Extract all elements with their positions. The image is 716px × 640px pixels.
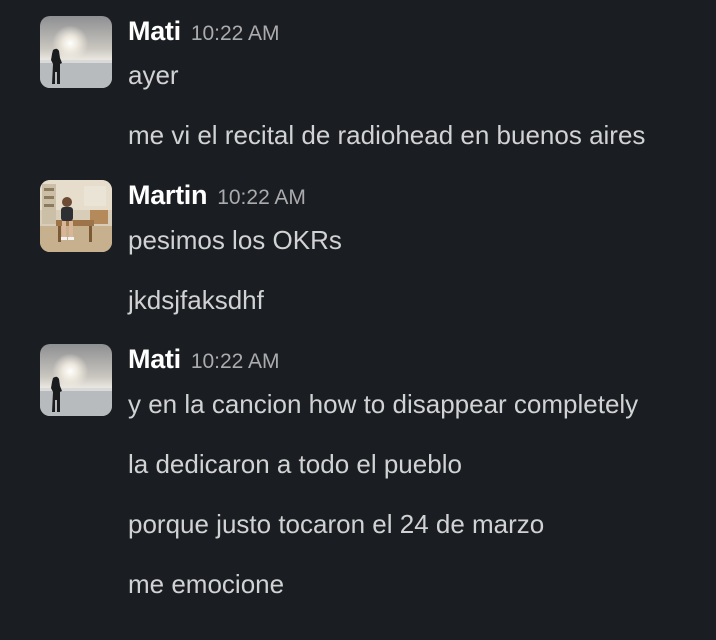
sunset-figure-avatar-icon	[40, 344, 112, 416]
message-text: pesimos los OKRs	[128, 225, 342, 255]
message-text: me vi el recital de radiohead en buenos …	[128, 120, 646, 150]
avatar[interactable]	[40, 16, 112, 88]
message-text: la dedicaron a todo el pueblo	[128, 449, 462, 479]
message-text: y en la cancion how to disappear complet…	[128, 389, 639, 419]
avatar[interactable]	[40, 344, 112, 416]
message-header: Mati 10:22 AM	[128, 16, 280, 47]
room-seated-avatar-icon	[40, 180, 112, 252]
message-header: Martin 10:22 AM	[128, 180, 306, 211]
sunset-figure-avatar-icon	[40, 16, 112, 88]
message-text: porque justo tocaron el 24 de marzo	[128, 509, 545, 539]
message-text: ayer	[128, 60, 179, 90]
avatar[interactable]	[40, 180, 112, 252]
message-header: Mati 10:22 AM	[128, 344, 280, 375]
sender-name[interactable]: Mati	[128, 344, 181, 374]
sender-name[interactable]: Martin	[128, 180, 208, 210]
message-timestamp[interactable]: 10:22 AM	[191, 350, 280, 373]
message-feed: Mati 10:22 AM ayer me vi el recital de ra…	[0, 0, 716, 640]
message-text: me emocione	[128, 569, 285, 599]
message-timestamp[interactable]: 10:22 AM	[217, 186, 306, 209]
message-timestamp[interactable]: 10:22 AM	[191, 22, 280, 45]
sender-name[interactable]: Mati	[128, 16, 181, 46]
message-text: jkdsjfaksdhf	[128, 285, 264, 315]
